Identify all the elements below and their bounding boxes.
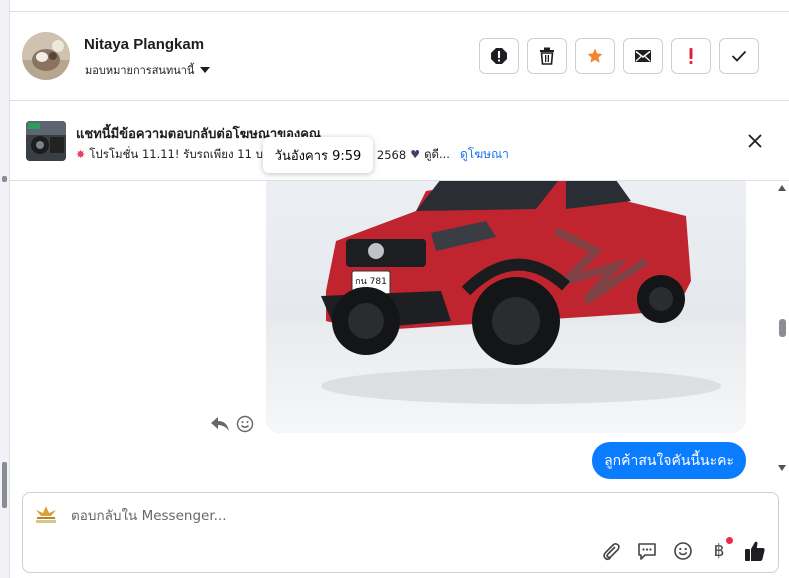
ad-subtitle-text: โปรโมชั่น 11.11! รับรถเพียง 11 บาท [89,146,277,161]
emoji-button[interactable] [672,540,694,562]
reply-input[interactable] [71,505,571,527]
scroll-thumb[interactable] [779,319,786,337]
ad-subtitle-tail: 2568 [376,147,407,162]
view-ad-link[interactable]: ดูโฆษณา [460,145,509,164]
caret-down-icon [200,67,211,73]
chat-bubble-icon [638,543,656,560]
spam-button[interactable] [671,38,711,74]
outgoing-message-bubble[interactable]: ลูกค้าสนใจคันนี้นะคะ [592,442,746,479]
smiley-icon [674,542,692,560]
checkmark-icon [731,50,747,62]
inbox-conversation-pane: Nitaya Plangkam มอบหมายการสนทนานี้ แชทนี… [0,0,789,578]
notification-dot [726,537,733,544]
report-button[interactable] [479,38,519,74]
mark-done-button[interactable] [719,38,759,74]
chat-scrollbar[interactable] [775,181,789,491]
payment-button[interactable]: ฿ [708,537,733,562]
exclamation-icon [689,48,693,64]
scroll-up-arrow-icon[interactable] [778,185,786,191]
close-icon [748,134,762,148]
assign-conversation-dropdown[interactable]: มอบหมายการสนทนานี้ [85,61,211,79]
saved-replies-button[interactable] [636,540,658,562]
attach-button[interactable] [600,540,622,562]
like-button[interactable] [744,540,766,562]
react-smiley-icon[interactable] [236,415,254,433]
baht-icon: ฿ [713,541,725,561]
heart-icon: ♥ [410,148,421,161]
thumbs-up-icon [745,541,765,561]
paperclip-icon [603,543,620,561]
left-scroll-rail[interactable] [0,0,10,578]
message-actions [210,415,254,433]
star-button[interactable] [575,38,615,74]
avatar[interactable] [22,32,70,80]
ad-reply-banner: แชทนี้มีข้อความตอบกลับต่อโฆษณาของคุณ ✸ โ… [10,101,789,181]
rail-mark [2,176,7,182]
message-thread[interactable]: กน 781 ลูกค้าสนใจคันนี้นะคะ [10,181,789,491]
conversation-header: Nitaya Plangkam มอบหมายการสนทนานี้ [10,12,789,101]
composer-tools: ฿ [600,537,766,562]
shared-car-photo[interactable]: กน 781 [266,181,746,433]
mark-unread-button[interactable] [623,38,663,74]
reply-composer: ฿ [22,492,779,573]
star-icon [587,48,603,63]
page-logo-icon [33,505,59,525]
assign-label: มอบหมายการสนทนานี้ [85,64,195,77]
ad-thumbnail[interactable] [26,121,66,161]
close-banner-button[interactable] [745,131,765,151]
conversation-actions [479,38,759,74]
trash-icon [540,47,554,65]
reply-icon[interactable] [210,416,230,432]
timestamp-tooltip: วันอังคาร 9:59 [263,137,373,173]
envelope-icon [635,50,651,62]
scroll-down-arrow-icon[interactable] [778,465,786,471]
sparkle-icon: ✸ [76,148,86,161]
report-icon [491,48,507,64]
rail-thumb[interactable] [2,462,7,508]
contact-name[interactable]: Nitaya Plangkam [84,36,204,53]
delete-button[interactable] [527,38,567,74]
license-plate-text: กน 781 [355,277,387,287]
ad-subtitle-end: ดูดี... [424,146,450,161]
